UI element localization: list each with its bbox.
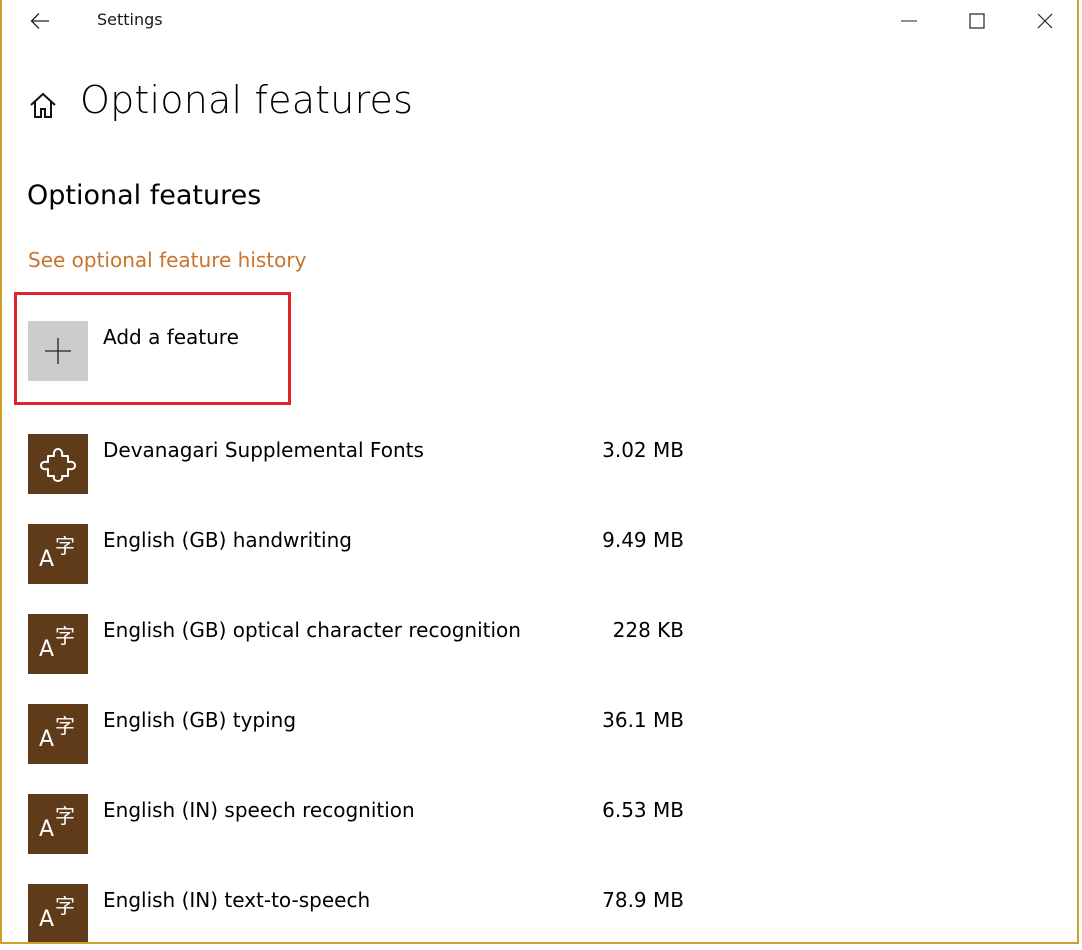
language-icon: A字 — [39, 624, 75, 662]
feature-name: English (GB) optical character recogniti… — [103, 618, 521, 642]
feature-name: Devanagari Supplemental Fonts — [103, 438, 424, 462]
maximize-icon — [969, 13, 985, 29]
feature-tile: A字 — [28, 794, 88, 854]
home-button[interactable] — [26, 88, 60, 122]
feature-item[interactable]: A字 English (GB) optical character recogn… — [28, 614, 688, 674]
feature-item[interactable]: A字 English (IN) speech recognition 6.53 … — [28, 794, 688, 854]
language-icon: A字 — [39, 894, 75, 932]
language-icon: A字 — [39, 714, 75, 752]
feature-item[interactable]: Devanagari Supplemental Fonts 3.02 MB — [28, 434, 688, 494]
feature-name: English (GB) handwriting — [103, 528, 352, 552]
back-arrow-icon — [30, 13, 49, 29]
section-title: Optional features — [27, 180, 262, 211]
title-bar: Settings — [2, 0, 1077, 42]
feature-tile: A字 — [28, 884, 88, 942]
settings-window: Settings Optional features Optional feat… — [0, 0, 1079, 944]
feature-size: 3.02 MB — [602, 438, 684, 462]
minimize-icon — [901, 20, 917, 22]
feature-size: 36.1 MB — [602, 708, 684, 732]
feature-size: 228 KB — [612, 618, 684, 642]
page-title: Optional features — [80, 78, 414, 122]
feature-tile: A字 — [28, 614, 88, 674]
app-title: Settings — [97, 10, 163, 29]
feature-list: Devanagari Supplemental Fonts 3.02 MB A字… — [28, 434, 688, 942]
add-tile — [28, 321, 88, 381]
plus-icon — [45, 338, 71, 364]
minimize-button[interactable] — [875, 0, 943, 42]
feature-item[interactable]: A字 English (GB) handwriting 9.49 MB — [28, 524, 688, 584]
language-icon: A字 — [39, 804, 75, 842]
feature-size: 6.53 MB — [602, 798, 684, 822]
home-icon — [30, 92, 56, 118]
feature-size: 78.9 MB — [602, 888, 684, 912]
feature-name: English (GB) typing — [103, 708, 297, 732]
close-icon — [1037, 13, 1053, 29]
feature-item[interactable]: A字 English (IN) text-to-speech 78.9 MB — [28, 884, 688, 942]
close-button[interactable] — [1011, 0, 1077, 42]
feature-tile — [28, 434, 88, 494]
feature-name: English (IN) text-to-speech — [103, 888, 371, 912]
back-button[interactable] — [20, 6, 60, 36]
feature-tile: A字 — [28, 524, 88, 584]
language-icon: A字 — [39, 534, 75, 572]
puzzle-piece-icon — [40, 448, 76, 482]
feature-history-link[interactable]: See optional feature history — [28, 248, 306, 272]
add-feature-button[interactable]: Add a feature — [28, 321, 239, 381]
feature-name: English (IN) speech recognition — [103, 798, 415, 822]
feature-tile: A字 — [28, 704, 88, 764]
maximize-button[interactable] — [943, 0, 1011, 42]
feature-size: 9.49 MB — [602, 528, 684, 552]
feature-item[interactable]: A字 English (GB) typing 36.1 MB — [28, 704, 688, 764]
add-feature-label: Add a feature — [103, 325, 239, 349]
